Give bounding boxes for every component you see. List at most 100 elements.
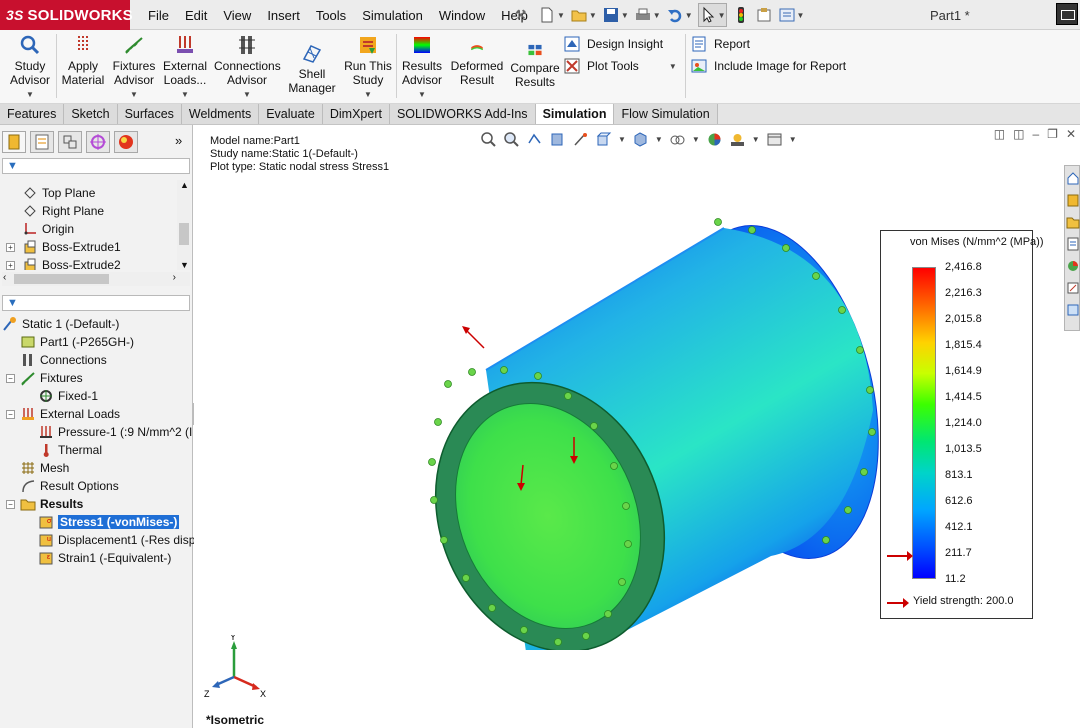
- results-advisor-button[interactable]: Results Advisor ▼: [399, 34, 445, 102]
- fixtures-node[interactable]: Fixtures: [20, 369, 83, 387]
- minimize-icon[interactable]: –: [1032, 127, 1039, 141]
- stress-legend[interactable]: von Mises (N/mm^2 (MPa)) 2,416.8 2,216.3…: [880, 230, 1044, 619]
- tab-dimxpert[interactable]: DimXpert: [322, 104, 390, 124]
- section-view-icon[interactable]: [549, 131, 566, 148]
- chevron-down-icon[interactable]: ▼: [752, 135, 760, 144]
- hide-show-items-icon[interactable]: [669, 131, 686, 148]
- open-button[interactable]: ▼: [570, 3, 597, 27]
- expand-icon[interactable]: +: [6, 261, 15, 270]
- menu-view[interactable]: View: [215, 8, 259, 23]
- scroll-thumb[interactable]: [179, 223, 189, 245]
- configuration-manager-tab[interactable]: [58, 131, 82, 153]
- display-manager-tab[interactable]: [114, 131, 138, 153]
- file-explorer-icon[interactable]: [1066, 214, 1080, 230]
- view-settings-icon[interactable]: [766, 131, 783, 148]
- pin-icon[interactable]: ⚒: [515, 7, 527, 23]
- tab-surfaces[interactable]: Surfaces: [117, 104, 182, 124]
- tree-item-top-plane[interactable]: Top Plane: [22, 184, 95, 202]
- tab-sketch[interactable]: Sketch: [64, 104, 118, 124]
- appearance-icon[interactable]: [706, 131, 723, 148]
- menu-window[interactable]: Window: [431, 8, 493, 23]
- tab-evaluate[interactable]: Evaluate: [259, 104, 323, 124]
- view-palette-icon[interactable]: [1066, 236, 1080, 252]
- zoom-to-area-icon[interactable]: [503, 131, 520, 148]
- chevron-down-icon[interactable]: ▼: [692, 135, 700, 144]
- collapse-icon[interactable]: −: [6, 410, 15, 419]
- chevron-down-icon[interactable]: ▼: [618, 135, 626, 144]
- run-study-button[interactable]: Run This Study ▼: [342, 34, 394, 102]
- tab-weldments[interactable]: Weldments: [181, 104, 260, 124]
- stress1-node[interactable]: σ Stress1 (-vonMises-): [38, 513, 180, 531]
- chevron-down-icon[interactable]: ▼: [789, 135, 797, 144]
- pressure-1-node[interactable]: Pressure-1 (:9 N/mm^2 (I: [38, 423, 192, 441]
- feature-tree-vertical-scrollbar[interactable]: ▲ ▼: [177, 180, 191, 270]
- tab-addins[interactable]: SOLIDWORKS Add-Ins: [389, 104, 536, 124]
- tab-simulation[interactable]: Simulation: [535, 104, 615, 124]
- scene-icon[interactable]: [729, 131, 746, 148]
- apply-material-button[interactable]: Apply Material: [60, 34, 106, 87]
- appearances-icon[interactable]: [1066, 258, 1080, 274]
- view-orientation-icon[interactable]: [595, 131, 612, 148]
- home-icon[interactable]: [1066, 170, 1080, 186]
- tree-item-boss-extrude2[interactable]: Boss-Extrude2: [22, 256, 121, 270]
- scroll-right-icon[interactable]: ›: [173, 272, 176, 283]
- graphics-area[interactable]: Model name:Part1 Study name:Static 1(-De…: [194, 125, 1080, 728]
- strain1-node[interactable]: ε Strain1 (-Equivalent-): [38, 549, 171, 567]
- deformed-result-button[interactable]: Deformed Result: [450, 42, 504, 87]
- undo-button[interactable]: ▼: [666, 3, 693, 27]
- connections-node[interactable]: Connections: [20, 351, 107, 369]
- tree-item-right-plane[interactable]: Right Plane: [22, 202, 104, 220]
- result-options-node[interactable]: Result Options: [20, 477, 119, 495]
- part-node[interactable]: Part1 (-P265GH-): [20, 333, 134, 351]
- collapse-icon[interactable]: −: [6, 500, 15, 509]
- include-image-button[interactable]: Include Image for Report: [690, 57, 846, 75]
- display-style-icon[interactable]: [632, 131, 649, 148]
- customize-button[interactable]: ▼: [778, 3, 804, 27]
- scroll-down-icon[interactable]: ▼: [180, 260, 189, 270]
- tree-item-origin[interactable]: Origin: [22, 220, 74, 238]
- restore-icon[interactable]: ❐: [1047, 127, 1058, 141]
- chevron-down-icon[interactable]: ▼: [655, 135, 663, 144]
- design-insight-button[interactable]: Design Insight: [563, 35, 663, 53]
- solidworks-forum-icon[interactable]: [1066, 302, 1080, 318]
- select-button[interactable]: ▼: [697, 3, 727, 27]
- feature-filter[interactable]: ▼: [2, 158, 190, 174]
- plot-tools-button[interactable]: Plot Tools ▼: [563, 57, 677, 75]
- fixtures-advisor-button[interactable]: Fixtures Advisor ▼: [110, 34, 158, 102]
- property-manager-tab[interactable]: [30, 131, 54, 153]
- menu-edit[interactable]: Edit: [177, 8, 215, 23]
- menu-tools[interactable]: Tools: [308, 8, 354, 23]
- study-filter[interactable]: ▼: [2, 295, 190, 311]
- solidworks-logo[interactable]: 3S SOLIDWORKS: [0, 0, 133, 30]
- zoom-to-fit-icon[interactable]: [480, 131, 497, 148]
- external-loads-node[interactable]: External Loads: [20, 405, 120, 423]
- results-node[interactable]: Results: [20, 495, 83, 513]
- previous-view-icon[interactable]: [526, 131, 543, 148]
- search-box-toggle[interactable]: [1056, 3, 1078, 25]
- tree-item-boss-extrude1[interactable]: Boss-Extrude1: [22, 238, 121, 256]
- menu-simulation[interactable]: Simulation: [354, 8, 431, 23]
- tab-flow-simulation[interactable]: Flow Simulation: [614, 104, 718, 124]
- connections-advisor-button[interactable]: Connections Advisor ▼: [214, 34, 281, 102]
- stress-plot-model[interactable]: [408, 210, 888, 650]
- study-advisor-button[interactable]: Study Advisor ▼: [8, 34, 52, 102]
- scroll-left-icon[interactable]: ‹: [3, 272, 6, 283]
- study-node[interactable]: Static 1 (-Default-): [2, 315, 119, 333]
- tab-features[interactable]: Features: [0, 104, 65, 124]
- feature-tree-horizontal-scrollbar[interactable]: ‹ ›: [2, 272, 190, 286]
- close-icon[interactable]: ✕: [1066, 127, 1076, 141]
- scroll-up-icon[interactable]: ▲: [180, 180, 189, 190]
- external-loads-button[interactable]: External Loads... ▼: [160, 34, 210, 102]
- split-view-icon[interactable]: ◫: [994, 127, 1005, 141]
- tile-view-icon[interactable]: ◫: [1013, 127, 1024, 141]
- mesh-node[interactable]: Mesh: [20, 459, 69, 477]
- rebuild-button[interactable]: [732, 3, 750, 27]
- more-tabs-icon[interactable]: »: [175, 133, 182, 148]
- custom-properties-icon[interactable]: [1066, 280, 1080, 296]
- design-library-icon[interactable]: [1066, 192, 1080, 208]
- displacement1-node[interactable]: u Displacement1 (-Res disp: [38, 531, 195, 549]
- menu-insert[interactable]: Insert: [259, 8, 308, 23]
- fixed-1-node[interactable]: Fixed-1: [38, 387, 98, 405]
- expand-icon[interactable]: +: [6, 243, 15, 252]
- save-button[interactable]: ▼: [602, 3, 629, 27]
